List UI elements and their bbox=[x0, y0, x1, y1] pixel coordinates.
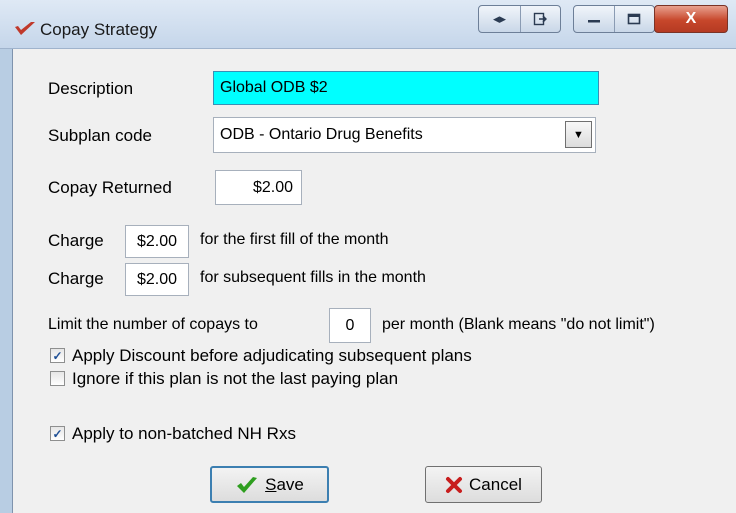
copay-returned-label: Copay Returned bbox=[48, 178, 172, 197]
swap-icon[interactable]: ◂▸ bbox=[479, 6, 521, 32]
description-input[interactable]: Global ODB $2 bbox=[213, 71, 599, 105]
cancel-x-icon bbox=[446, 476, 463, 493]
maximize-icon[interactable] bbox=[614, 6, 654, 32]
limit-input[interactable]: 0 bbox=[329, 308, 371, 343]
checkmark-icon: ✓ bbox=[52, 426, 63, 441]
charge-first-label: Charge bbox=[48, 231, 104, 250]
window-controls bbox=[573, 5, 655, 33]
checkmark-icon bbox=[237, 476, 258, 493]
checkmark-icon: ✓ bbox=[52, 348, 63, 363]
ignore-plan-checkbox[interactable] bbox=[50, 371, 65, 386]
app-check-icon bbox=[15, 22, 35, 35]
charge-subsequent-label: Charge bbox=[48, 269, 104, 288]
charge-subsequent-input[interactable]: $2.00 bbox=[125, 263, 189, 296]
subplan-label: Subplan code bbox=[48, 126, 152, 145]
close-icon[interactable]: X bbox=[654, 5, 728, 33]
non-batched-nh-label: Apply to non-batched NH Rxs bbox=[72, 424, 296, 443]
title-extra-buttons: ◂▸ bbox=[478, 5, 561, 33]
limit-suffix: per month (Blank means "do not limit") bbox=[382, 316, 655, 333]
apply-discount-checkbox[interactable]: ✓ bbox=[50, 348, 65, 363]
limit-label: Limit the number of copays to bbox=[48, 316, 258, 333]
apply-discount-label: Apply Discount before adjudicating subse… bbox=[72, 346, 472, 365]
save-label: Save bbox=[265, 474, 304, 494]
copay-returned-input[interactable]: $2.00 bbox=[215, 170, 302, 205]
save-button[interactable]: Save bbox=[210, 466, 329, 503]
cancel-button[interactable]: Cancel bbox=[425, 466, 542, 503]
window-title: Copay Strategy bbox=[40, 20, 158, 39]
description-label: Description bbox=[48, 79, 134, 98]
export-icon[interactable] bbox=[520, 6, 560, 32]
charge-first-input[interactable]: $2.00 bbox=[125, 225, 189, 258]
subplan-select[interactable]: ODB - Ontario Drug Benefits bbox=[213, 117, 596, 153]
cancel-label: Cancel bbox=[469, 474, 522, 494]
minimize-icon[interactable] bbox=[574, 6, 615, 32]
ignore-plan-label: Ignore if this plan is not the last payi… bbox=[72, 369, 399, 388]
charge-subsequent-suffix: for subsequent fills in the month bbox=[200, 269, 426, 286]
non-batched-nh-checkbox[interactable]: ✓ bbox=[50, 426, 65, 441]
charge-first-suffix: for the first fill of the month bbox=[200, 231, 389, 248]
title-bar[interactable]: Copay Strategy ◂▸ X bbox=[0, 0, 736, 49]
chevron-down-icon[interactable]: ▼ bbox=[565, 121, 592, 148]
window-left-border bbox=[0, 0, 13, 513]
